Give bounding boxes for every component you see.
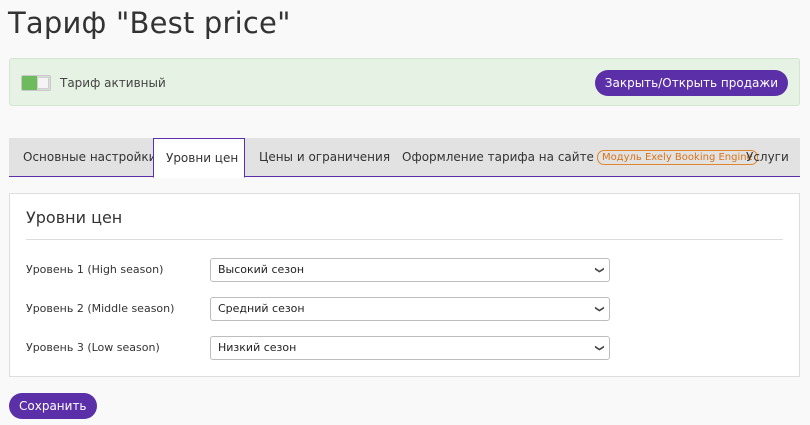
tariff-active-toggle[interactable]: [21, 75, 51, 91]
level-2-value: Средний сезон: [218, 302, 305, 315]
tab-site-design[interactable]: Оформление тарифа на сайте Модуль Exely B…: [402, 138, 758, 177]
chevron-down-icon: ❯: [594, 305, 605, 313]
level-1-value: Высокий сезон: [218, 263, 305, 276]
chevron-down-icon: ❯: [594, 266, 605, 274]
toggle-sales-button[interactable]: Закрыть/Открыть продажи: [594, 70, 788, 96]
tab-services[interactable]: Услуги: [746, 138, 789, 177]
toggle-knob: [37, 77, 49, 89]
price-levels-panel: Уровни цен Уровень 1 (High season) Высок…: [9, 193, 800, 377]
tab-main-settings[interactable]: Основные настройки: [23, 138, 156, 177]
page-title: Тариф "Best price": [8, 6, 291, 40]
tab-prices-restrictions[interactable]: Цены и ограничения: [259, 138, 390, 177]
level-1-select[interactable]: Высокий сезон ❯: [210, 258, 610, 282]
tab-bar: Основные настройки Уровни цен Цены и огр…: [9, 138, 800, 178]
level-3-select[interactable]: Низкий сезон ❯: [210, 336, 610, 360]
tab-site-design-label: Оформление тарифа на сайте: [402, 150, 594, 164]
tariff-status-panel: Тариф активный Закрыть/Открыть продажи: [9, 58, 800, 106]
tab-price-levels[interactable]: Уровни цен: [153, 138, 245, 178]
level-2-select[interactable]: Средний сезон ❯: [210, 297, 610, 321]
booking-engine-badge: Модуль Exely Booking Engine: [596, 150, 758, 165]
level-3-label: Уровень 3 (Low season): [26, 341, 160, 354]
level-3-value: Низкий сезон: [218, 341, 297, 354]
save-button[interactable]: Сохранить: [9, 393, 97, 419]
section-title: Уровни цен: [26, 208, 123, 227]
tariff-active-label: Тариф активный: [60, 76, 166, 90]
level-1-label: Уровень 1 (High season): [26, 263, 164, 276]
section-divider: [26, 239, 783, 240]
level-2-label: Уровень 2 (Middle season): [26, 302, 175, 315]
chevron-down-icon: ❯: [594, 344, 605, 352]
toggle-on-indicator: [22, 76, 37, 90]
